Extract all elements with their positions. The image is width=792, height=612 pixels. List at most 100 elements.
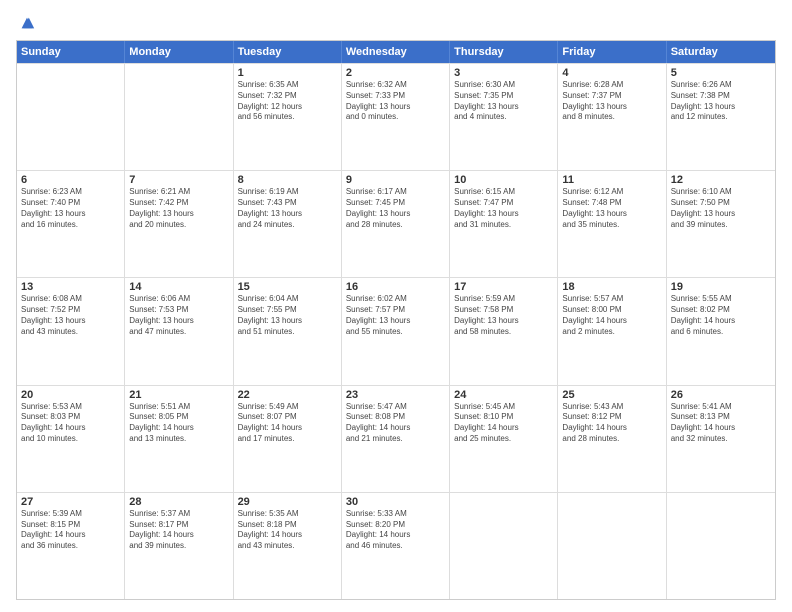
cal-cell: 27Sunrise: 5:39 AM Sunset: 8:15 PM Dayli… <box>17 493 125 599</box>
cal-cell: 19Sunrise: 5:55 AM Sunset: 8:02 PM Dayli… <box>667 278 775 384</box>
day-number: 28 <box>129 496 228 508</box>
day-number: 13 <box>21 281 120 293</box>
day-number: 5 <box>671 67 771 79</box>
cell-info: Sunrise: 6:19 AM Sunset: 7:43 PM Dayligh… <box>238 187 337 230</box>
day-number: 27 <box>21 496 120 508</box>
day-number: 18 <box>562 281 661 293</box>
day-number: 11 <box>562 174 661 186</box>
cell-info: Sunrise: 5:51 AM Sunset: 8:05 PM Dayligh… <box>129 402 228 445</box>
page: SundayMondayTuesdayWednesdayThursdayFrid… <box>0 0 792 612</box>
cal-cell: 3Sunrise: 6:30 AM Sunset: 7:35 PM Daylig… <box>450 64 558 170</box>
cell-info: Sunrise: 6:32 AM Sunset: 7:33 PM Dayligh… <box>346 80 445 123</box>
day-number: 12 <box>671 174 771 186</box>
day-number: 6 <box>21 174 120 186</box>
cell-info: Sunrise: 5:49 AM Sunset: 8:07 PM Dayligh… <box>238 402 337 445</box>
cal-cell: 7Sunrise: 6:21 AM Sunset: 7:42 PM Daylig… <box>125 171 233 277</box>
day-number: 4 <box>562 67 661 79</box>
calendar-row-4: 27Sunrise: 5:39 AM Sunset: 8:15 PM Dayli… <box>17 492 775 599</box>
cell-info: Sunrise: 6:10 AM Sunset: 7:50 PM Dayligh… <box>671 187 771 230</box>
cell-info: Sunrise: 5:35 AM Sunset: 8:18 PM Dayligh… <box>238 509 337 552</box>
cal-cell: 15Sunrise: 6:04 AM Sunset: 7:55 PM Dayli… <box>234 278 342 384</box>
day-number: 26 <box>671 389 771 401</box>
cal-cell: 22Sunrise: 5:49 AM Sunset: 8:07 PM Dayli… <box>234 386 342 492</box>
cal-cell: 29Sunrise: 5:35 AM Sunset: 8:18 PM Dayli… <box>234 493 342 599</box>
header-cell-friday: Friday <box>558 41 666 63</box>
header-cell-wednesday: Wednesday <box>342 41 450 63</box>
cell-info: Sunrise: 5:45 AM Sunset: 8:10 PM Dayligh… <box>454 402 553 445</box>
cal-cell: 24Sunrise: 5:45 AM Sunset: 8:10 PM Dayli… <box>450 386 558 492</box>
day-number: 1 <box>238 67 337 79</box>
logo-icon <box>18 14 36 32</box>
cal-cell: 9Sunrise: 6:17 AM Sunset: 7:45 PM Daylig… <box>342 171 450 277</box>
cal-cell: 13Sunrise: 6:08 AM Sunset: 7:52 PM Dayli… <box>17 278 125 384</box>
cell-info: Sunrise: 6:06 AM Sunset: 7:53 PM Dayligh… <box>129 294 228 337</box>
cell-info: Sunrise: 5:59 AM Sunset: 7:58 PM Dayligh… <box>454 294 553 337</box>
calendar: SundayMondayTuesdayWednesdayThursdayFrid… <box>16 40 776 600</box>
cell-info: Sunrise: 6:04 AM Sunset: 7:55 PM Dayligh… <box>238 294 337 337</box>
day-number: 29 <box>238 496 337 508</box>
cal-cell: 10Sunrise: 6:15 AM Sunset: 7:47 PM Dayli… <box>450 171 558 277</box>
cal-cell <box>667 493 775 599</box>
day-number: 20 <box>21 389 120 401</box>
calendar-row-1: 6Sunrise: 6:23 AM Sunset: 7:40 PM Daylig… <box>17 170 775 277</box>
cell-info: Sunrise: 5:41 AM Sunset: 8:13 PM Dayligh… <box>671 402 771 445</box>
cell-info: Sunrise: 6:28 AM Sunset: 7:37 PM Dayligh… <box>562 80 661 123</box>
day-number: 19 <box>671 281 771 293</box>
day-number: 2 <box>346 67 445 79</box>
day-number: 3 <box>454 67 553 79</box>
logo <box>16 12 36 32</box>
cal-cell: 30Sunrise: 5:33 AM Sunset: 8:20 PM Dayli… <box>342 493 450 599</box>
cal-cell: 11Sunrise: 6:12 AM Sunset: 7:48 PM Dayli… <box>558 171 666 277</box>
cell-info: Sunrise: 6:12 AM Sunset: 7:48 PM Dayligh… <box>562 187 661 230</box>
day-number: 30 <box>346 496 445 508</box>
day-number: 21 <box>129 389 228 401</box>
cal-cell <box>558 493 666 599</box>
cal-cell: 25Sunrise: 5:43 AM Sunset: 8:12 PM Dayli… <box>558 386 666 492</box>
cal-cell <box>125 64 233 170</box>
cell-info: Sunrise: 6:26 AM Sunset: 7:38 PM Dayligh… <box>671 80 771 123</box>
cell-info: Sunrise: 5:53 AM Sunset: 8:03 PM Dayligh… <box>21 402 120 445</box>
cell-info: Sunrise: 6:02 AM Sunset: 7:57 PM Dayligh… <box>346 294 445 337</box>
cell-info: Sunrise: 5:43 AM Sunset: 8:12 PM Dayligh… <box>562 402 661 445</box>
cell-info: Sunrise: 6:17 AM Sunset: 7:45 PM Dayligh… <box>346 187 445 230</box>
cal-cell: 20Sunrise: 5:53 AM Sunset: 8:03 PM Dayli… <box>17 386 125 492</box>
day-number: 25 <box>562 389 661 401</box>
calendar-row-2: 13Sunrise: 6:08 AM Sunset: 7:52 PM Dayli… <box>17 277 775 384</box>
header-cell-thursday: Thursday <box>450 41 558 63</box>
day-number: 23 <box>346 389 445 401</box>
header <box>16 12 776 32</box>
cell-info: Sunrise: 6:35 AM Sunset: 7:32 PM Dayligh… <box>238 80 337 123</box>
cal-cell: 14Sunrise: 6:06 AM Sunset: 7:53 PM Dayli… <box>125 278 233 384</box>
cal-cell: 17Sunrise: 5:59 AM Sunset: 7:58 PM Dayli… <box>450 278 558 384</box>
cal-cell: 1Sunrise: 6:35 AM Sunset: 7:32 PM Daylig… <box>234 64 342 170</box>
day-number: 14 <box>129 281 228 293</box>
day-number: 7 <box>129 174 228 186</box>
calendar-body: 1Sunrise: 6:35 AM Sunset: 7:32 PM Daylig… <box>17 63 775 599</box>
header-cell-sunday: Sunday <box>17 41 125 63</box>
cal-cell: 21Sunrise: 5:51 AM Sunset: 8:05 PM Dayli… <box>125 386 233 492</box>
cell-info: Sunrise: 6:08 AM Sunset: 7:52 PM Dayligh… <box>21 294 120 337</box>
cell-info: Sunrise: 5:33 AM Sunset: 8:20 PM Dayligh… <box>346 509 445 552</box>
header-cell-tuesday: Tuesday <box>234 41 342 63</box>
cell-info: Sunrise: 5:47 AM Sunset: 8:08 PM Dayligh… <box>346 402 445 445</box>
cal-cell <box>450 493 558 599</box>
cal-cell: 5Sunrise: 6:26 AM Sunset: 7:38 PM Daylig… <box>667 64 775 170</box>
cal-cell: 16Sunrise: 6:02 AM Sunset: 7:57 PM Dayli… <box>342 278 450 384</box>
cal-cell: 18Sunrise: 5:57 AM Sunset: 8:00 PM Dayli… <box>558 278 666 384</box>
header-cell-saturday: Saturday <box>667 41 775 63</box>
cal-cell: 12Sunrise: 6:10 AM Sunset: 7:50 PM Dayli… <box>667 171 775 277</box>
cell-info: Sunrise: 6:30 AM Sunset: 7:35 PM Dayligh… <box>454 80 553 123</box>
cal-cell: 2Sunrise: 6:32 AM Sunset: 7:33 PM Daylig… <box>342 64 450 170</box>
cell-info: Sunrise: 6:15 AM Sunset: 7:47 PM Dayligh… <box>454 187 553 230</box>
cell-info: Sunrise: 5:55 AM Sunset: 8:02 PM Dayligh… <box>671 294 771 337</box>
calendar-row-3: 20Sunrise: 5:53 AM Sunset: 8:03 PM Dayli… <box>17 385 775 492</box>
day-number: 8 <box>238 174 337 186</box>
cal-cell: 4Sunrise: 6:28 AM Sunset: 7:37 PM Daylig… <box>558 64 666 170</box>
cell-info: Sunrise: 5:37 AM Sunset: 8:17 PM Dayligh… <box>129 509 228 552</box>
day-number: 24 <box>454 389 553 401</box>
day-number: 16 <box>346 281 445 293</box>
day-number: 10 <box>454 174 553 186</box>
calendar-row-0: 1Sunrise: 6:35 AM Sunset: 7:32 PM Daylig… <box>17 63 775 170</box>
cal-cell <box>17 64 125 170</box>
cal-cell: 23Sunrise: 5:47 AM Sunset: 8:08 PM Dayli… <box>342 386 450 492</box>
